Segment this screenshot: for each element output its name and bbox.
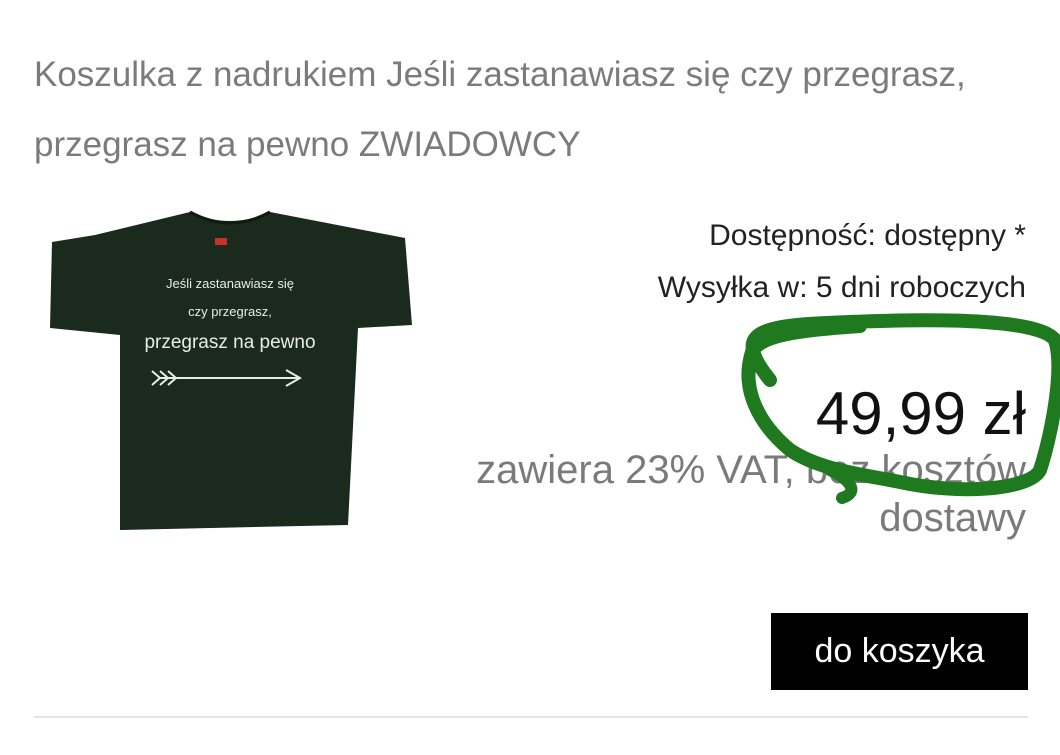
print-line-1: Jeśli zastanawiasz się	[166, 276, 294, 291]
product-price: 49,99 zł	[815, 380, 1026, 447]
product-image: Jeśli zastanawiasz się czy przegrasz, pr…	[50, 210, 412, 530]
vat-note: zawiera 23% VAT, bez kosztów dostawy	[476, 448, 1026, 540]
print-line-3: przegrasz na pewno	[144, 332, 315, 353]
add-to-cart-button[interactable]: do koszyka	[771, 613, 1028, 690]
shipping-time: Wysyłka w: 5 dni roboczych	[657, 271, 1026, 304]
divider	[34, 716, 1028, 718]
product-title: Koszulka z nadrukiem Jeśli zastanawiasz …	[34, 55, 966, 164]
tshirt-shape	[50, 212, 412, 530]
availability-status: Dostępność: dostępny *	[709, 219, 1026, 252]
print-line-2: czy przegrasz,	[188, 304, 272, 319]
